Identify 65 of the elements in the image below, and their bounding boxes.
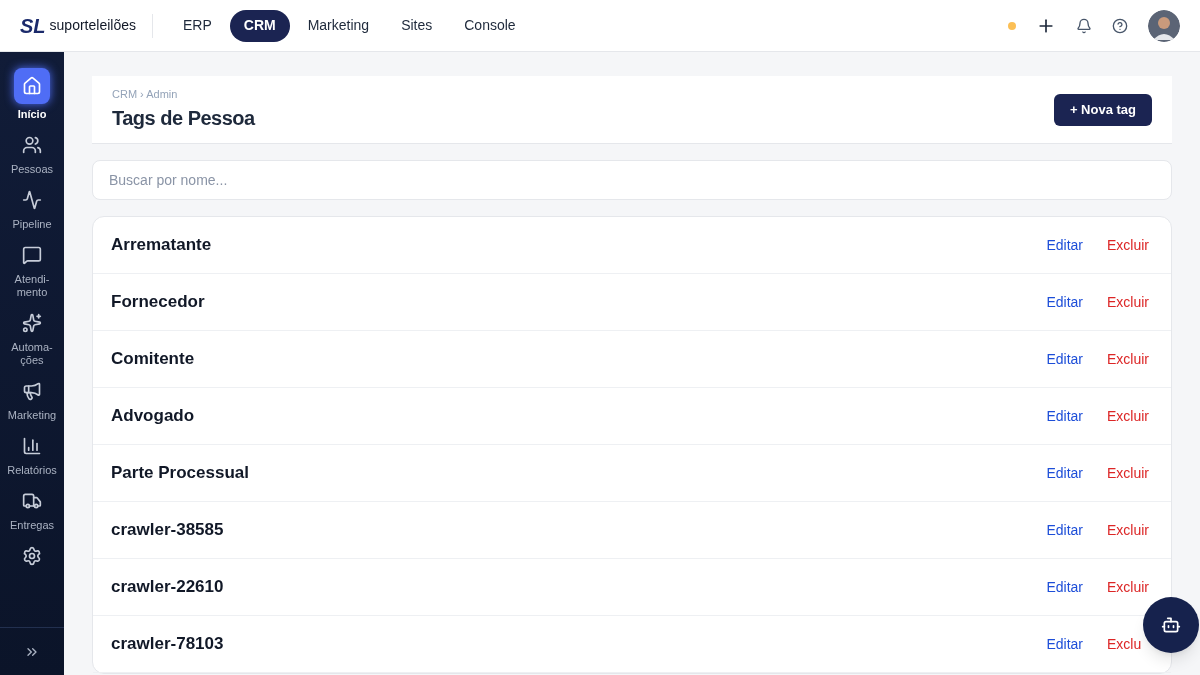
tag-name: crawler-22610 [111, 576, 224, 599]
sidebar-item[interactable]: Relatórios [2, 432, 62, 477]
delete-link[interactable]: Excluir [1107, 462, 1149, 484]
delete-link[interactable]: Excluir [1107, 234, 1149, 256]
people-icon [22, 135, 42, 155]
sparkle-icon [22, 313, 42, 333]
delete-link[interactable]: Excluir [1107, 348, 1149, 370]
edit-link[interactable]: Editar [1046, 462, 1083, 484]
tag-name: Comitente [111, 348, 195, 371]
edit-link[interactable]: Editar [1046, 291, 1083, 313]
edit-link[interactable]: Editar [1046, 519, 1083, 541]
sidebar-label: Relatórios [7, 464, 57, 477]
nav-tab[interactable]: Sites [387, 9, 447, 42]
sidebar-label: Entregas [10, 519, 54, 532]
logo-mark: SL [20, 15, 46, 36]
pulse-icon [22, 190, 42, 210]
sidebar-label: Início [17, 108, 47, 121]
sidebar-label: Automa- ções [11, 341, 53, 367]
megaphone-icon [22, 381, 42, 401]
delete-link[interactable]: Excluir [1107, 576, 1149, 598]
nav-tab[interactable]: ERP [168, 9, 226, 42]
tag-name: Parte Processual [111, 462, 249, 485]
breadcrumb: CRM › Admin [112, 87, 179, 103]
edit-link[interactable]: Editar [1046, 348, 1083, 370]
edit-link[interactable]: Editar [1046, 576, 1083, 598]
help-icon[interactable] [1112, 17, 1128, 34]
delete-link[interactable]: Excluir [1107, 291, 1149, 313]
brand-name: suporteleilões [49, 16, 136, 35]
chat-icon [22, 245, 42, 265]
nav-tab[interactable]: CRM [229, 9, 290, 42]
edit-link[interactable]: Editar [1046, 234, 1083, 256]
tag-name: crawler-38585 [111, 519, 224, 542]
sidebar-item[interactable]: Entregas [2, 487, 62, 532]
assistant-button[interactable] [1143, 597, 1199, 653]
sidebar-label: Pessoas [10, 163, 54, 176]
edit-link[interactable]: Editar [1046, 633, 1083, 655]
new-tag-button[interactable]: + Nova tag [1053, 93, 1152, 126]
sidebar-item[interactable]: Pessoas [2, 131, 62, 176]
settings-icon [22, 546, 42, 566]
search-field[interactable]: Buscar por nome... [92, 160, 1172, 200]
sidebar-item[interactable]: Automa- ções [2, 309, 62, 367]
tag-name: Advogado [111, 405, 195, 428]
notification-icon[interactable] [1076, 17, 1092, 34]
sidebar-label: Pipeline [12, 218, 52, 231]
delete-link[interactable]: Excluir [1107, 519, 1149, 541]
sidebar-item[interactable]: Pipeline [2, 186, 62, 231]
sidebar-item[interactable]: Início [2, 68, 62, 121]
tag-name: crawler-78103 [111, 633, 224, 656]
sidebar-label: Atendi- mento [14, 273, 50, 299]
tag-name: Fornecedor [111, 291, 205, 314]
sidebar-item[interactable]: Atendi- mento [2, 241, 62, 299]
sidebar-label: Marketing [7, 409, 57, 422]
tag-name: Arrematante [111, 234, 212, 257]
page-title: Tags de Pessoa [112, 105, 255, 131]
delete-link[interactable]: Exclu [1107, 633, 1142, 655]
edit-link[interactable]: Editar [1046, 405, 1083, 427]
bar-chart-icon [22, 436, 42, 456]
sidebar-item[interactable]: Marketing [2, 377, 62, 422]
avatar[interactable] [1148, 9, 1180, 42]
truck-icon [22, 491, 42, 511]
home-icon [22, 76, 42, 96]
robot-icon [1161, 615, 1181, 635]
nav-tab[interactable]: Console [450, 9, 530, 42]
nav-tab[interactable]: Marketing [293, 9, 384, 42]
delete-link[interactable]: Excluir [1107, 405, 1149, 427]
